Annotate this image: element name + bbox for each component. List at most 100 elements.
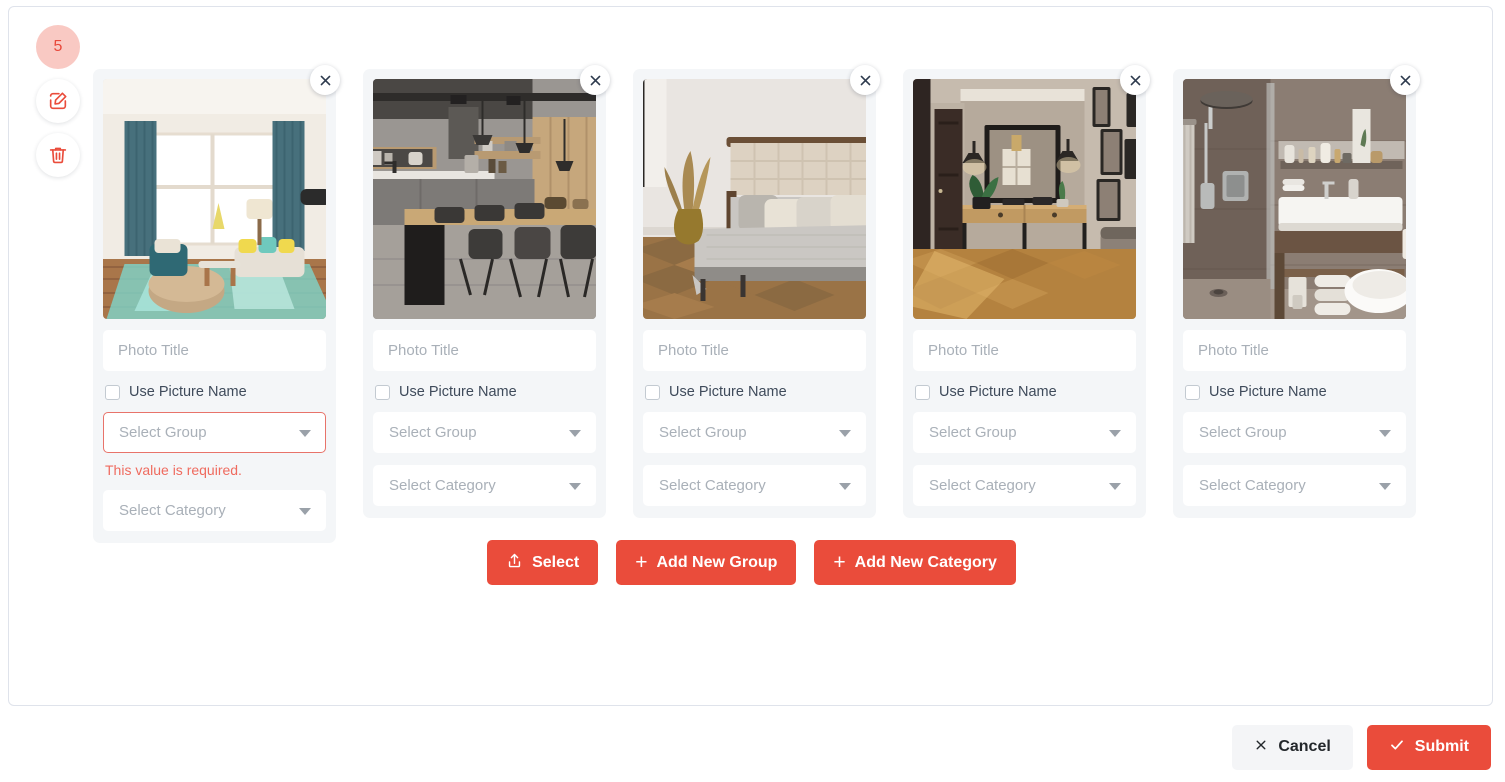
left-action-rail: 5	[27, 25, 89, 177]
delete-button[interactable]	[36, 133, 80, 177]
chevron-down-icon	[1379, 429, 1391, 437]
plus-icon: +	[635, 551, 648, 574]
thumbnail-wrap	[373, 65, 610, 319]
photo-title-input[interactable]	[1183, 330, 1406, 371]
industrial-kitchen-photo	[373, 79, 596, 319]
plus-icon: +	[833, 551, 846, 574]
close-icon	[1128, 73, 1143, 88]
chevron-down-icon	[1109, 429, 1121, 437]
photo-title-input[interactable]	[373, 330, 596, 371]
photo-title-input[interactable]	[913, 330, 1136, 371]
select-category-dropdown[interactable]: Select Category	[103, 490, 326, 531]
photo-card-list: Use Picture Name Select Group This value…	[93, 65, 1473, 543]
use-picture-name-row: Use Picture Name	[1183, 384, 1406, 400]
photo-title-input[interactable]	[643, 330, 866, 371]
bathroom-photo	[1183, 79, 1406, 319]
use-picture-name-label[interactable]: Use Picture Name	[129, 384, 247, 400]
use-picture-name-label[interactable]: Use Picture Name	[669, 384, 787, 400]
close-icon	[1254, 738, 1268, 757]
button-divider	[796, 562, 814, 563]
living-room-photo	[103, 79, 326, 319]
chevron-down-icon	[839, 429, 851, 437]
use-picture-name-row: Use Picture Name	[643, 384, 866, 400]
select-group-dropdown[interactable]: Select Group	[103, 412, 326, 453]
remove-photo-button[interactable]	[850, 65, 880, 95]
photo-card: Use Picture Name Select Group Select Cat…	[1173, 65, 1420, 518]
select-group-dropdown[interactable]: Select Group	[913, 412, 1136, 453]
check-icon	[1389, 737, 1405, 758]
select-category-value: Select Category	[119, 502, 226, 519]
remove-photo-button[interactable]	[310, 65, 340, 95]
photo-card: Use Picture Name Select Group Select Cat…	[363, 65, 610, 518]
use-picture-name-checkbox[interactable]	[375, 384, 390, 400]
select-button[interactable]: Select	[487, 540, 599, 585]
select-group-dropdown[interactable]: Select Group	[643, 412, 866, 453]
select-category-value: Select Category	[389, 477, 496, 494]
use-picture-name-checkbox[interactable]	[105, 384, 120, 400]
close-icon	[858, 73, 873, 88]
cancel-button[interactable]: Cancel	[1232, 724, 1353, 770]
remove-photo-button[interactable]	[580, 65, 610, 95]
chevron-down-icon	[299, 507, 311, 515]
edit-square-icon	[47, 90, 69, 112]
group-error-message: This value is required.	[105, 462, 242, 478]
button-divider	[598, 562, 616, 563]
thumbnail-wrap	[913, 65, 1150, 319]
select-group-value: Select Group	[929, 424, 1017, 441]
photo-card: Use Picture Name Select Group Select Cat…	[633, 65, 880, 518]
add-new-category-label: Add New Category	[854, 553, 997, 571]
trash-icon	[47, 144, 69, 166]
select-group-dropdown[interactable]: Select Group	[1183, 412, 1406, 453]
select-group-value: Select Group	[1199, 424, 1287, 441]
submit-button-label: Submit	[1414, 738, 1469, 755]
add-new-category-button[interactable]: + Add New Category	[814, 540, 1016, 585]
dialog-footer: Cancel Submit	[0, 712, 1505, 782]
close-icon	[1398, 73, 1413, 88]
photo-card: Use Picture Name Select Group Select Cat…	[903, 65, 1150, 518]
edit-button[interactable]	[36, 79, 80, 123]
photo-card: Use Picture Name Select Group This value…	[93, 65, 340, 543]
cancel-button-label: Cancel	[1278, 738, 1331, 755]
close-icon	[318, 73, 333, 88]
use-picture-name-row: Use Picture Name	[913, 384, 1136, 400]
select-category-dropdown[interactable]: Select Category	[643, 465, 866, 506]
add-new-group-button[interactable]: + Add New Group	[616, 540, 797, 585]
use-picture-name-checkbox[interactable]	[1185, 384, 1200, 400]
photo-title-input[interactable]	[103, 330, 326, 371]
upload-icon	[506, 552, 523, 574]
chevron-down-icon	[839, 482, 851, 490]
use-picture-name-row: Use Picture Name	[373, 384, 596, 400]
add-new-group-label: Add New Group	[656, 553, 778, 571]
thumbnail-wrap	[643, 65, 880, 319]
chevron-down-icon	[1379, 482, 1391, 490]
use-picture-name-label[interactable]: Use Picture Name	[1209, 384, 1327, 400]
thumbnail-wrap	[1183, 65, 1420, 319]
chevron-down-icon	[569, 429, 581, 437]
remove-photo-button[interactable]	[1390, 65, 1420, 95]
select-category-value: Select Category	[659, 477, 766, 494]
chevron-down-icon	[299, 429, 311, 437]
action-button-row: Select + Add New Group + Add New Categor…	[9, 540, 1494, 585]
use-picture-name-label[interactable]: Use Picture Name	[399, 384, 517, 400]
select-category-value: Select Category	[1199, 477, 1306, 494]
entryway-hallway-photo	[913, 79, 1136, 319]
submit-button[interactable]: Submit	[1366, 724, 1491, 770]
bedroom-photo	[643, 79, 866, 319]
remove-photo-button[interactable]	[1120, 65, 1150, 95]
select-category-dropdown[interactable]: Select Category	[373, 465, 596, 506]
select-group-value: Select Group	[119, 424, 207, 441]
chevron-down-icon	[569, 482, 581, 490]
close-icon	[588, 73, 603, 88]
select-category-dropdown[interactable]: Select Category	[1183, 465, 1406, 506]
photo-upload-panel: 5 Photo Title Use Picture Name Select Gr…	[8, 6, 1493, 706]
use-picture-name-label[interactable]: Use Picture Name	[939, 384, 1057, 400]
selected-count-badge: 5	[36, 25, 80, 69]
chevron-down-icon	[1109, 482, 1121, 490]
use-picture-name-checkbox[interactable]	[915, 384, 930, 400]
select-category-dropdown[interactable]: Select Category	[913, 465, 1136, 506]
use-picture-name-row: Use Picture Name	[103, 384, 326, 400]
select-button-label: Select	[532, 553, 580, 571]
select-group-dropdown[interactable]: Select Group	[373, 412, 596, 453]
use-picture-name-checkbox[interactable]	[645, 384, 660, 400]
select-group-value: Select Group	[659, 424, 747, 441]
